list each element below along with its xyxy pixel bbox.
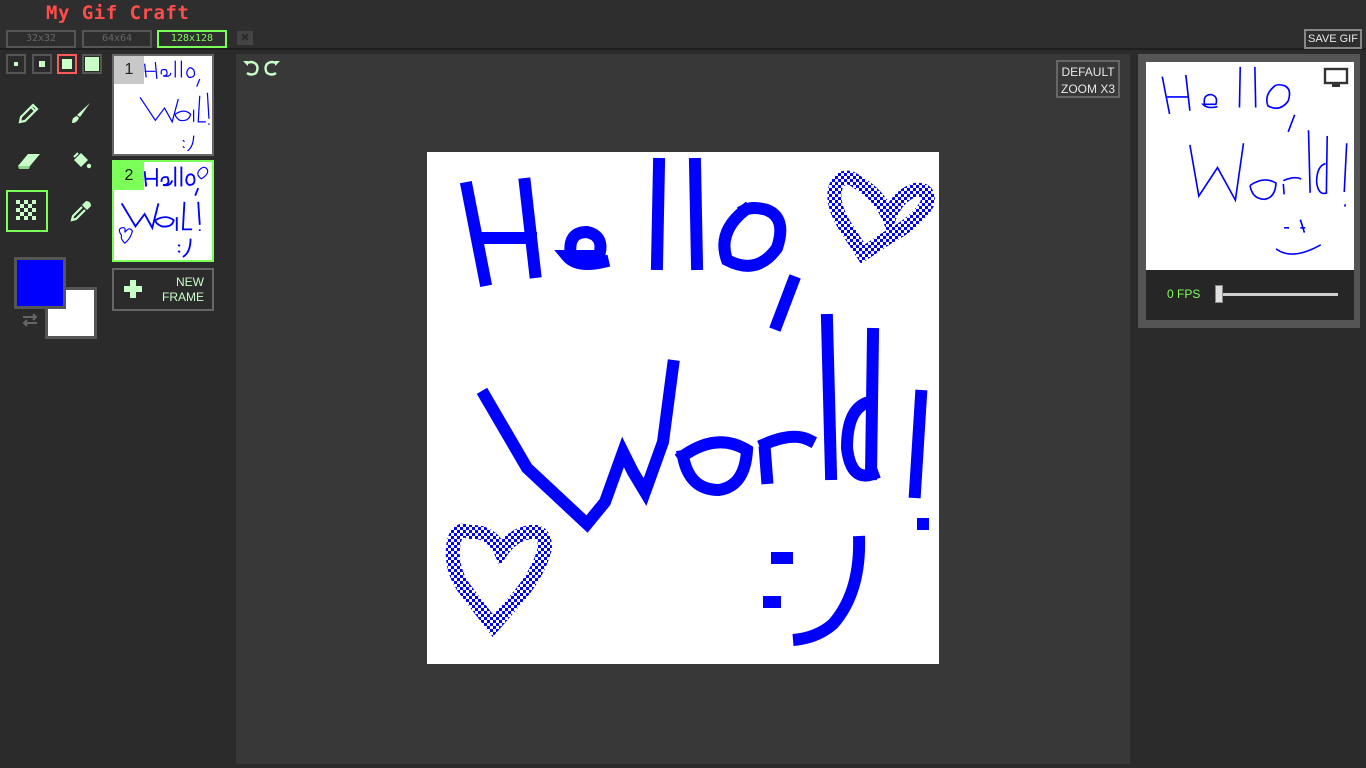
frame-number: 2 — [114, 162, 144, 190]
brush-size-2[interactable] — [32, 54, 52, 74]
pencil-icon — [18, 103, 39, 124]
brush-dot-icon — [85, 57, 99, 71]
animation-preview — [1146, 62, 1354, 270]
brush-size-4[interactable] — [82, 54, 102, 74]
eyedropper-tool[interactable] — [60, 190, 102, 232]
eraser-icon — [18, 154, 40, 169]
brush-dot-icon — [14, 62, 18, 66]
plus-icon — [124, 280, 142, 298]
frame-thumbnail-1[interactable]: 1 — [112, 54, 214, 156]
brush-dot-icon — [62, 59, 72, 69]
new-frame-button[interactable]: NEW FRAME — [112, 268, 214, 311]
canvas-drawing — [445, 157, 935, 646]
size-32-button[interactable]: 32x32 — [6, 30, 76, 48]
zoom-label-line1: DEFAULT — [1061, 65, 1115, 79]
primary-color-swatch[interactable] — [14, 257, 66, 309]
size-128-button[interactable]: 128x128 — [157, 30, 227, 48]
dither-tool[interactable] — [6, 190, 48, 232]
eraser-tool[interactable] — [8, 140, 50, 182]
monitor-icon[interactable] — [1323, 67, 1349, 89]
new-frame-label: NEW FRAME — [162, 275, 204, 305]
app-title: My Gif Craft — [46, 2, 190, 24]
zoom-label-line2: ZOOM X3 — [1060, 82, 1115, 96]
brush-tool[interactable] — [60, 92, 102, 134]
save-gif-button[interactable]: SAVE GIF — [1304, 29, 1362, 49]
paint-bucket-icon — [73, 152, 92, 169]
checkerboard-icon — [16, 200, 38, 222]
frame-thumbnail-2[interactable]: 2 — [112, 160, 214, 262]
top-bar: My Gif Craft 32x32 64x64 128x128 ✖ SAVE … — [0, 0, 1366, 50]
paintbrush-icon — [72, 103, 90, 123]
undo-icon[interactable] — [241, 58, 261, 78]
brush-size-3[interactable] — [57, 54, 77, 74]
preview-drawing — [1161, 66, 1348, 255]
fps-slider-thumb[interactable] — [1215, 285, 1223, 303]
close-icon[interactable]: ✖ — [237, 31, 253, 45]
fps-label: 0 FPS — [1167, 287, 1201, 301]
frame-number: 1 — [114, 56, 144, 84]
pencil-tool[interactable] — [8, 92, 50, 134]
fill-tool[interactable] — [60, 140, 102, 182]
new-frame-label-line2: FRAME — [162, 290, 204, 304]
redo-icon[interactable] — [262, 58, 282, 78]
eyedropper-icon — [70, 201, 91, 222]
brush-size-1[interactable] — [6, 54, 26, 74]
swap-colors-icon[interactable] — [20, 312, 40, 328]
new-frame-label-line1: NEW — [176, 275, 204, 289]
default-zoom-button[interactable]: DEFAULT ZOOM X3 — [1056, 60, 1120, 98]
brush-dot-icon — [39, 61, 45, 67]
fps-slider-track[interactable] — [1218, 293, 1338, 296]
size-64-button[interactable]: 64x64 — [82, 30, 152, 48]
drawing-canvas[interactable] — [427, 152, 939, 664]
